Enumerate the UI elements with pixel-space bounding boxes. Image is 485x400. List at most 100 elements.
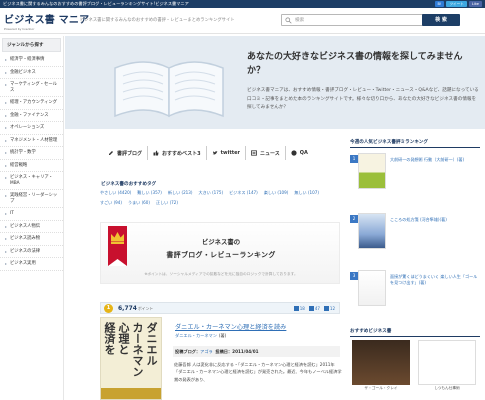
- site-logo[interactable]: ビジネス書 マニア Powered by livedoor: [4, 11, 89, 31]
- site-header: ビジネス書 マニア Powered by livedoor ビジネス書に関するみ…: [0, 8, 485, 34]
- tag-cloud: やさしい (4420) 難しい (357) 新しい (213) 大きい (175…: [100, 190, 340, 206]
- tag-link[interactable]: 難しい (357): [137, 190, 162, 196]
- recommended-title: おすすめビジネス書: [350, 329, 392, 334]
- tag-link[interactable]: ビジネス (147): [229, 190, 258, 196]
- share-counts: 18 47 12: [294, 305, 335, 313]
- sidebar-item-finance[interactable]: 金融・ファイナンス: [0, 110, 63, 122]
- open-book-illustration: [114, 61, 224, 118]
- points-value: 6,774: [118, 305, 137, 312]
- sidebar-item-law[interactable]: ビジネスの法律: [0, 246, 63, 258]
- social-buttons: B! ツイート Like: [434, 1, 482, 7]
- cover-text: カーネマン: [131, 322, 144, 377]
- cover-text: ダニエル: [145, 322, 158, 366]
- tab-best3[interactable]: おすすめベスト3: [148, 146, 207, 160]
- share-count-facebook[interactable]: 12: [324, 305, 335, 313]
- logo-subtitle: Powered by livedoor: [4, 27, 35, 31]
- sidebar-item-accounting[interactable]: 経理・アカウンティング: [0, 97, 63, 110]
- tag-link[interactable]: すごい (94): [100, 200, 122, 206]
- rank-points: 6,774ポイント: [118, 304, 153, 314]
- top-bar-text: ビジネス書に関するみんなのおすすめの書評ブログ・レビューランキングサイト!ビジネ…: [3, 1, 189, 6]
- tweet-button[interactable]: ツイート: [446, 1, 467, 7]
- right-item-title: 面接が驚くほどうまくいく 楽しい人生「ゴールを見つけ出す」(著): [390, 274, 478, 285]
- meta-blog-link[interactable]: アゴラ: [200, 349, 213, 354]
- sidebar-item-biography[interactable]: ビジネス人物伝: [0, 221, 63, 233]
- ranking-excerpt: 佐藤吾郎 人は変化非に反応する・「ダニエル・カーネマン心理と経済を読む」2011…: [174, 362, 342, 382]
- recommended-book-cover[interactable]: [352, 340, 410, 385]
- tab-book-review-blog[interactable]: 書評ブログ: [103, 146, 149, 160]
- sidebar-item-career-mba[interactable]: ビジネス・キャリア・MBA: [0, 172, 63, 190]
- sidebar-item-economics[interactable]: 経済学・経済事情: [0, 54, 63, 67]
- share-count-twitter[interactable]: 47: [309, 305, 320, 313]
- tab-news[interactable]: ニュース: [246, 146, 286, 160]
- points-unit: ポイント: [137, 306, 154, 311]
- rank-badge: 2: [350, 215, 358, 223]
- tag-link[interactable]: 楽しい (109): [264, 190, 289, 196]
- tab-label: twitter: [220, 150, 240, 156]
- top-announcement-bar: ビジネス書に関するみんなのおすすめの書評ブログ・レビューランキングサイト!ビジネ…: [0, 0, 485, 8]
- genre-sidebar: ジャンルから探す 経済学・経済事情 金融ビジネス マーケティング・セールス 経理…: [0, 36, 64, 400]
- sidebar-item-reading[interactable]: ビジネス読み物: [0, 233, 63, 246]
- hero-title: あなたの大好きなビジネス書の情報を探してみませんか？: [247, 52, 463, 76]
- sidebar-item-statistics[interactable]: 統計学・数学: [0, 147, 63, 160]
- sidebar-item-management[interactable]: マネジメント・人材管理: [0, 135, 63, 147]
- recommended-book-cover[interactable]: [418, 340, 476, 385]
- rank-medal: 1: [104, 304, 113, 313]
- thumbs-up-icon: [153, 150, 159, 156]
- author-suffix: (著): [218, 333, 227, 338]
- hero-description: ビジネス書マニアは、おすすめ情報・書評ブログ・レビュー・Twitter・ニュース…: [247, 88, 479, 110]
- book-thumbnail: [358, 270, 386, 306]
- recommended-book-caption[interactable]: ザ・ゴール・クレイ: [351, 386, 411, 391]
- right-ranking-item[interactable]: 2 こころの処方箋 (河合隼雄)(著): [350, 213, 480, 251]
- tag-link[interactable]: 正しい (72): [156, 200, 178, 206]
- tag-link[interactable]: 新しい (213): [168, 190, 193, 196]
- right-ranking-title: 今週の人気ビジネス書評ミランキング: [350, 140, 428, 145]
- like-button[interactable]: Like: [468, 1, 482, 7]
- right-ranking-item[interactable]: 1 大前研一の発想術 行動（大前研一）(著): [350, 153, 480, 191]
- hatena-bookmark-button[interactable]: B!: [434, 1, 445, 7]
- sidebar-item-strategy[interactable]: 経営戦略: [0, 160, 63, 172]
- news-icon: [251, 150, 257, 156]
- recommended-book-caption[interactable]: しつもん仕事術: [417, 386, 477, 391]
- sidebar-item-operations[interactable]: オペレーションズ: [0, 122, 63, 135]
- tab-label: ニュース: [259, 150, 280, 157]
- book-cover[interactable]: ダニエル カーネマン 心理と 経済を: [100, 317, 162, 400]
- tab-qa[interactable]: QA: [286, 146, 313, 160]
- author-link[interactable]: ダニエル・カーネマン: [175, 333, 217, 338]
- search-button[interactable]: 検 索: [422, 14, 460, 26]
- crown-ribbon-icon: [108, 226, 127, 266]
- tab-twitter[interactable]: twitter: [207, 146, 246, 160]
- pencil-icon: [109, 151, 113, 155]
- tag-link[interactable]: 無しい (107): [294, 190, 319, 196]
- tab-label: おすすめベスト3: [162, 150, 201, 157]
- share-count-hatena[interactable]: 18: [294, 305, 305, 313]
- tag-link[interactable]: うまい (60): [128, 200, 150, 206]
- banner-line-2: 書評ブログ・レビューランキング: [166, 251, 276, 259]
- question-bubble-icon: [291, 150, 297, 156]
- search-icon: [285, 17, 292, 24]
- sidebar-item-leadership[interactable]: 実践経営・リーダーシップ: [0, 190, 63, 208]
- recommended-rule: [350, 336, 480, 337]
- ranking-banner: ビジネス書の 書評ブログ・レビューランキング ※ポイントは、ソーシャルメディアで…: [100, 222, 340, 284]
- banner-note: ※ポイントは、ソーシャルメディアでの拡散などを元に独自のロジックで計算しておりま…: [144, 272, 298, 276]
- sidebar-item-it[interactable]: IT: [0, 208, 63, 221]
- search-placeholder: 検索: [295, 18, 305, 23]
- right-ranking-item[interactable]: 3 面接が驚くほどうまくいく 楽しい人生「ゴールを見つけ出す」(著): [350, 270, 480, 308]
- meta-blog-label: 投稿ブログ：: [175, 349, 201, 354]
- ranking-author: ダニエル・カーネマン (著): [175, 333, 226, 339]
- right-ranking-rule: [350, 147, 480, 148]
- cover-text: 心理と: [117, 322, 130, 355]
- hero-banner: あなたの大好きなビジネス書の情報を探してみませんか？ ビジネス書マニアは、おすす…: [65, 36, 485, 129]
- site-tagline: ビジネス書に関するみんなのおすすめの書評・レビューまとめランキングサイト: [80, 18, 235, 23]
- sidebar-item-marketing[interactable]: マーケティング・セールス: [0, 79, 63, 97]
- tab-label: 書評ブログ: [117, 150, 143, 157]
- twitter-bird-icon: [212, 151, 218, 155]
- tag-link[interactable]: やさしい (4420): [100, 190, 131, 196]
- sidebar-item-practical[interactable]: ビジネス実用: [0, 258, 63, 271]
- tag-link[interactable]: 大きい (175): [198, 190, 223, 196]
- sidebar-item-finance-business[interactable]: 金融ビジネス: [0, 67, 63, 79]
- ranking-meta: 投稿ブログ：アゴラ 投稿日：2011/04/01: [173, 346, 340, 357]
- tags-heading: ビジネス書のおすすめタグ: [101, 182, 157, 187]
- search-input[interactable]: 検索: [281, 14, 441, 26]
- ranking-book-title[interactable]: ダニエル・カーネマン心理と経済を読み: [175, 322, 286, 331]
- tab-label: QA: [299, 150, 308, 156]
